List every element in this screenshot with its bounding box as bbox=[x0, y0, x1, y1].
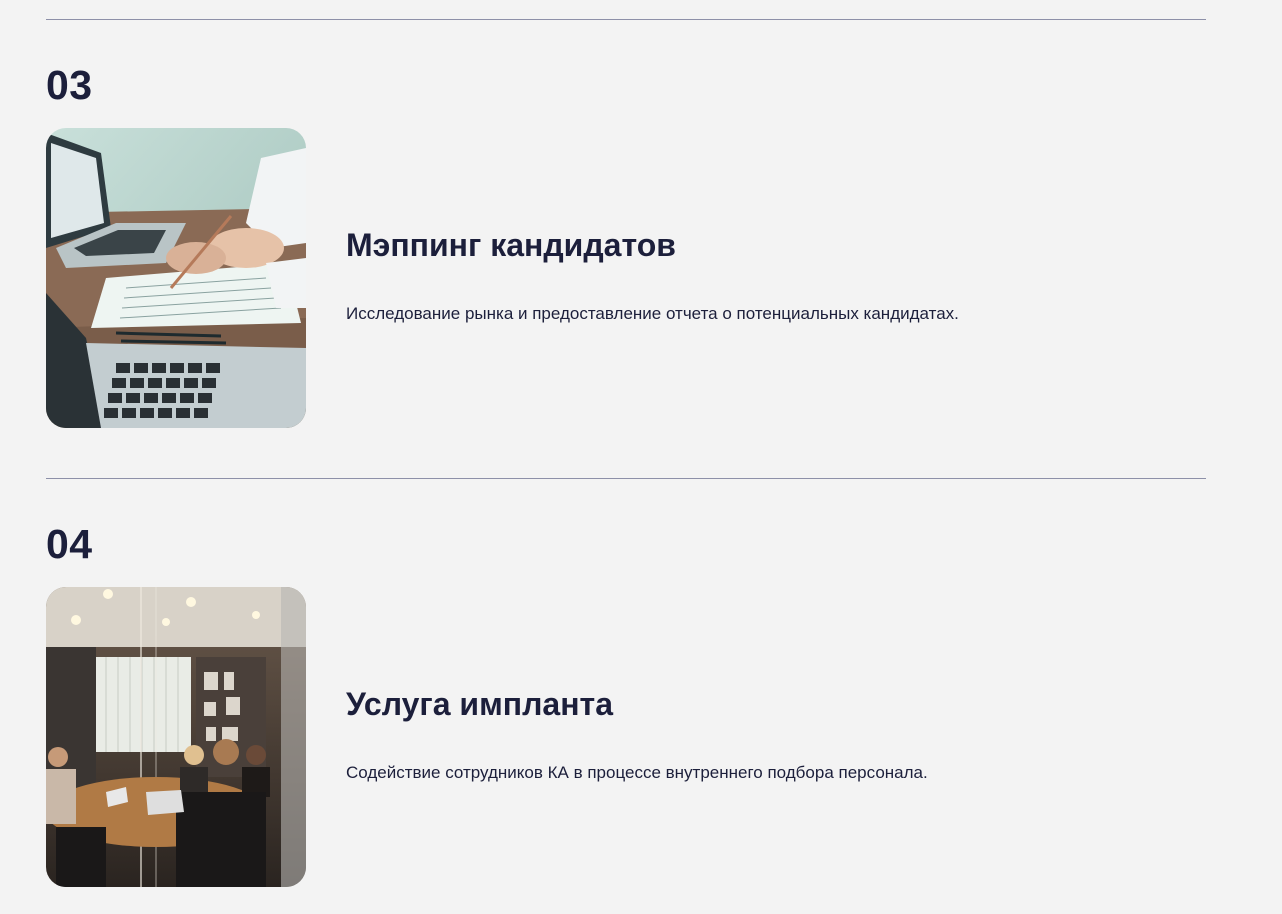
service-title: Услуга импланта bbox=[346, 686, 613, 722]
service-number: 04 bbox=[46, 521, 93, 567]
office-meeting-photo bbox=[46, 587, 306, 887]
service-title: Мэппинг кандидатов bbox=[346, 227, 676, 263]
section-divider bbox=[46, 478, 1206, 479]
service-item-implant: 04 Услуга импланта Содействие сотруднико… bbox=[46, 524, 1206, 914]
service-number: 03 bbox=[46, 62, 93, 108]
laptops-documents-photo bbox=[46, 128, 306, 428]
section-divider-top bbox=[46, 19, 1206, 20]
service-description: Содействие сотрудников КА в процессе вну… bbox=[346, 763, 928, 782]
service-description: Исследование рынка и предоставление отче… bbox=[346, 304, 959, 323]
service-item-mapping: 03 Мэппинг кандидатов Исследование рынка… bbox=[46, 65, 1206, 455]
